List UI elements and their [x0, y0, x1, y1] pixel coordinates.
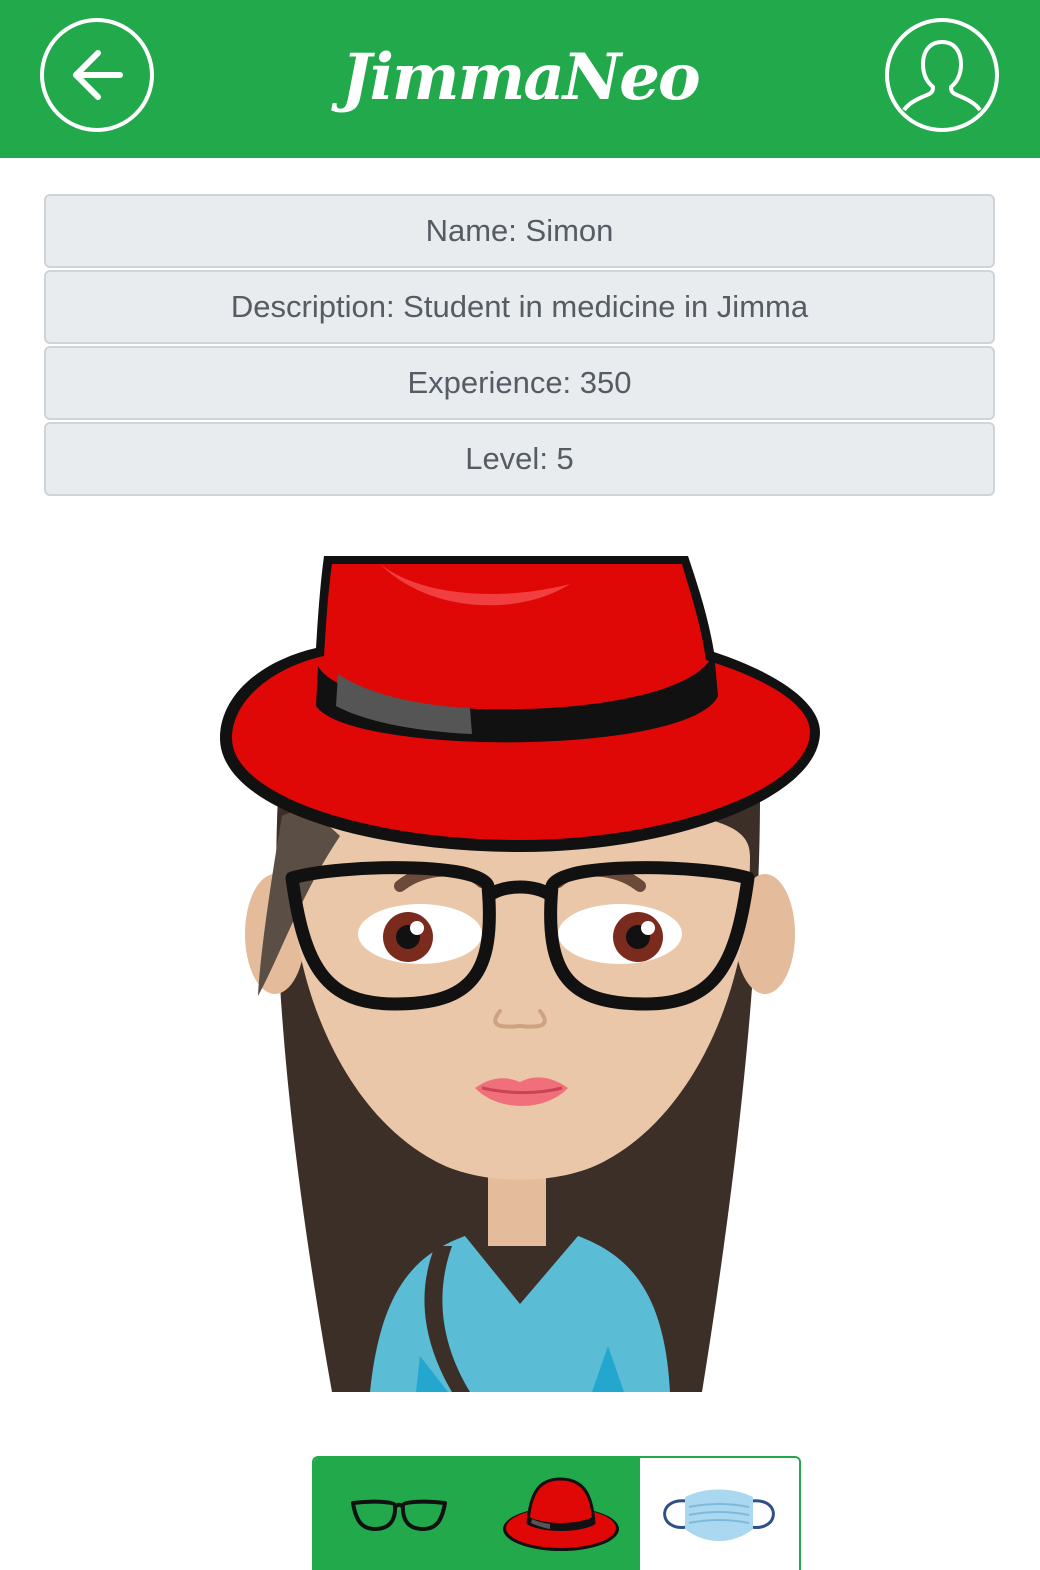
- accessory-hat-button[interactable]: [483, 1458, 640, 1570]
- profile-experience: Experience: 350: [44, 346, 995, 420]
- accessory-glasses-button[interactable]: [314, 1458, 484, 1570]
- accessory-tray: [312, 1456, 801, 1570]
- app-header: JimmaNeo: [0, 0, 1040, 158]
- red-hat-icon: [503, 1477, 620, 1551]
- profile-level: Level: 5: [44, 422, 995, 496]
- accessory-mask-button[interactable]: [639, 1458, 799, 1570]
- profile-info-list: Name: Simon Description: Student in medi…: [44, 194, 995, 498]
- user-icon: [902, 40, 982, 112]
- arrow-left-icon: [73, 50, 123, 100]
- profile-button[interactable]: [885, 18, 999, 132]
- app-logo: JimmaNeo: [341, 40, 700, 115]
- face-mask-icon: [663, 1489, 776, 1541]
- avatar-image: [220, 556, 820, 1392]
- glasses-icon: [350, 1499, 447, 1531]
- profile-description: Description: Student in medicine in Jimm…: [44, 270, 995, 344]
- profile-name: Name: Simon: [44, 194, 995, 268]
- back-button[interactable]: [40, 18, 154, 132]
